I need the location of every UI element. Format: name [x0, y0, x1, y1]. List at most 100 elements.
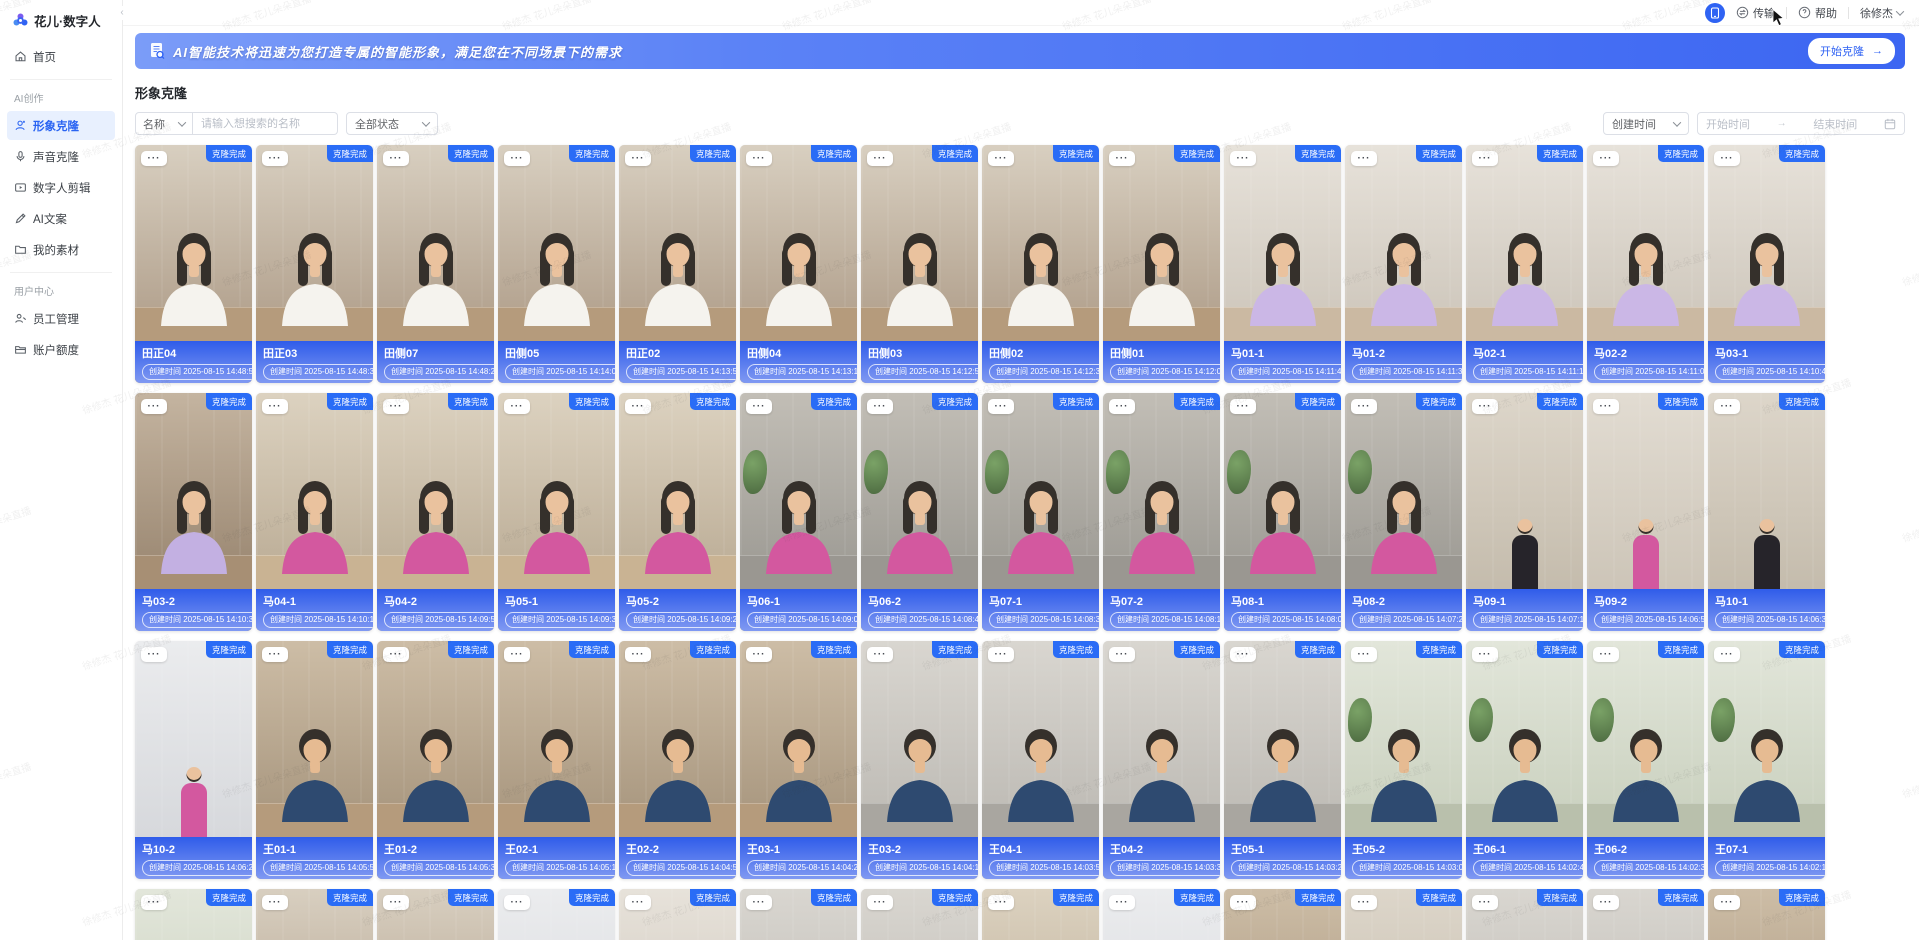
- card-menu-button[interactable]: ···: [504, 647, 530, 662]
- avatar-card[interactable]: ··· 克隆完成: [1708, 889, 1825, 940]
- card-menu-button[interactable]: ···: [988, 895, 1014, 910]
- avatar-card[interactable]: ··· 克隆完成 王04-2 创建时间 2025-08-15 14:03:39: [1103, 641, 1220, 879]
- avatar-card[interactable]: ··· 克隆完成 马02-2 创建时间 2025-08-15 14:11:02: [1587, 145, 1704, 383]
- avatar-card[interactable]: ··· 克隆完成 马06-2 创建时间 2025-08-15 14:08:48: [861, 393, 978, 631]
- card-menu-button[interactable]: ···: [141, 647, 167, 662]
- card-menu-button[interactable]: ···: [746, 895, 772, 910]
- card-menu-button[interactable]: ···: [504, 399, 530, 414]
- avatar-card[interactable]: ··· 克隆完成 田侧07 创建时间 2025-08-15 14:48:23: [377, 145, 494, 383]
- avatar-card[interactable]: ··· 克隆完成 马08-2 创建时间 2025-08-15 14:07:26: [1345, 393, 1462, 631]
- sidebar-item-voice-clone[interactable]: 声音克隆: [7, 142, 115, 171]
- avatar-card[interactable]: ··· 克隆完成 马04-2 创建时间 2025-08-15 14:09:58: [377, 393, 494, 631]
- avatar-card[interactable]: ··· 克隆完成: [740, 889, 857, 940]
- avatar-card[interactable]: ··· 克隆完成: [1103, 889, 1220, 940]
- sidebar-collapse-toggle[interactable]: ‹: [116, 6, 128, 20]
- avatar-card[interactable]: ··· 克隆完成 王01-1 创建时间 2025-08-15 14:05:50: [256, 641, 373, 879]
- card-menu-button[interactable]: ···: [262, 647, 288, 662]
- start-clone-button[interactable]: 开始克隆 →: [1808, 38, 1895, 64]
- card-menu-button[interactable]: ···: [1109, 647, 1135, 662]
- avatar-card[interactable]: ··· 克隆完成: [861, 889, 978, 940]
- avatar-card[interactable]: ··· 克隆完成 王03-1 创建时间 2025-08-15 14:04:28: [740, 641, 857, 879]
- avatar-card[interactable]: ··· 克隆完成 马06-1 创建时间 2025-08-15 14:09:04: [740, 393, 857, 631]
- card-menu-button[interactable]: ···: [1593, 895, 1619, 910]
- card-menu-button[interactable]: ···: [1351, 647, 1377, 662]
- card-menu-button[interactable]: ···: [867, 895, 893, 910]
- card-menu-button[interactable]: ···: [1714, 647, 1740, 662]
- card-menu-button[interactable]: ···: [504, 895, 530, 910]
- avatar-card[interactable]: ··· 克隆完成: [1587, 889, 1704, 940]
- card-menu-button[interactable]: ···: [625, 647, 651, 662]
- avatar-card[interactable]: ··· 克隆完成 王03-2 创建时间 2025-08-15 14:04:13: [861, 641, 978, 879]
- avatar-card[interactable]: ··· 克隆完成 王02-1 创建时间 2025-08-15 14:05:13: [498, 641, 615, 879]
- avatar-card[interactable]: ··· 克隆完成 田侧04 创建时间 2025-08-15 14:13:18: [740, 145, 857, 383]
- card-menu-button[interactable]: ···: [1593, 399, 1619, 414]
- card-menu-button[interactable]: ···: [141, 151, 167, 166]
- avatar-card[interactable]: ··· 克隆完成 马01-2 创建时间 2025-08-15 14:11:32: [1345, 145, 1462, 383]
- card-menu-button[interactable]: ···: [262, 399, 288, 414]
- sidebar-item-ai-copywriting[interactable]: AI文案: [7, 204, 115, 233]
- card-menu-button[interactable]: ···: [1472, 895, 1498, 910]
- time-field-select[interactable]: 创建时间: [1603, 112, 1689, 135]
- user-menu[interactable]: 徐修杰: [1860, 5, 1903, 21]
- avatar-card[interactable]: ··· 克隆完成 田侧01 创建时间 2025-08-15 14:12:06: [1103, 145, 1220, 383]
- card-menu-button[interactable]: ···: [746, 399, 772, 414]
- avatar-card[interactable]: ··· 克隆完成: [256, 889, 373, 940]
- card-menu-button[interactable]: ···: [383, 151, 409, 166]
- card-menu-button[interactable]: ···: [1472, 399, 1498, 414]
- avatar-card[interactable]: ··· 克隆完成 王05-1 创建时间 2025-08-15 14:03:22: [1224, 641, 1341, 879]
- card-menu-button[interactable]: ···: [867, 151, 893, 166]
- card-menu-button[interactable]: ···: [1230, 399, 1256, 414]
- avatar-card[interactable]: ··· 克隆完成 王06-2 创建时间 2025-08-15 14:02:32: [1587, 641, 1704, 879]
- mobile-app-button[interactable]: [1705, 3, 1725, 23]
- card-menu-button[interactable]: ···: [1593, 151, 1619, 166]
- card-menu-button[interactable]: ···: [1714, 151, 1740, 166]
- card-menu-button[interactable]: ···: [1351, 895, 1377, 910]
- card-menu-button[interactable]: ···: [1714, 895, 1740, 910]
- avatar-card[interactable]: ··· 克隆完成 田侧03 创建时间 2025-08-15 14:12:57: [861, 145, 978, 383]
- date-range-picker[interactable]: 开始时间 → 结束时间: [1697, 112, 1905, 135]
- help-button[interactable]: 帮助: [1798, 5, 1837, 21]
- avatar-card[interactable]: ··· 克隆完成 王01-2 创建时间 2025-08-15 14:05:34: [377, 641, 494, 879]
- avatar-card[interactable]: ··· 克隆完成 马09-2 创建时间 2025-08-15 14:06:54: [1587, 393, 1704, 631]
- sidebar-item-employee-management[interactable]: 员工管理: [7, 304, 115, 333]
- avatar-card[interactable]: ··· 克隆完成 马08-1 创建时间 2025-08-15 14:08:02: [1224, 393, 1341, 631]
- avatar-card[interactable]: ··· 克隆完成 田侧02 创建时间 2025-08-15 14:12:37: [982, 145, 1099, 383]
- card-menu-button[interactable]: ···: [262, 895, 288, 910]
- search-input[interactable]: [193, 112, 338, 135]
- avatar-card[interactable]: ··· 克隆完成 田正02 创建时间 2025-08-15 14:13:50: [619, 145, 736, 383]
- card-menu-button[interactable]: ···: [988, 399, 1014, 414]
- card-menu-button[interactable]: ···: [141, 895, 167, 910]
- avatar-card[interactable]: ··· 克隆完成 马05-2 创建时间 2025-08-15 14:09:20: [619, 393, 736, 631]
- avatar-card[interactable]: ··· 克隆完成 田正04 创建时间 2025-08-15 14:48:54: [135, 145, 252, 383]
- status-select[interactable]: 全部状态: [346, 112, 438, 135]
- avatar-card[interactable]: ··· 克隆完成: [135, 889, 252, 940]
- sidebar-item-account-quota[interactable]: 账户额度: [7, 335, 115, 364]
- avatar-card[interactable]: ··· 克隆完成 马04-1 创建时间 2025-08-15 14:10:16: [256, 393, 373, 631]
- avatar-card[interactable]: ··· 克隆完成 马10-2 创建时间 2025-08-15 14:06:20: [135, 641, 252, 879]
- avatar-card[interactable]: ··· 克隆完成: [498, 889, 615, 940]
- card-menu-button[interactable]: ···: [1109, 895, 1135, 910]
- avatar-card[interactable]: ··· 克隆完成 田侧05 创建时间 2025-08-15 14:14:09: [498, 145, 615, 383]
- avatar-card[interactable]: ··· 克隆完成: [619, 889, 736, 940]
- avatar-card[interactable]: ··· 克隆完成 王04-1 创建时间 2025-08-15 14:03:58: [982, 641, 1099, 879]
- avatar-card[interactable]: ··· 克隆完成 马03-1 创建时间 2025-08-15 14:10:47: [1708, 145, 1825, 383]
- sidebar-item-home[interactable]: 首页: [7, 42, 115, 71]
- avatar-card[interactable]: ··· 克隆完成 马10-1 创建时间 2025-08-15 14:06:39: [1708, 393, 1825, 631]
- card-menu-button[interactable]: ···: [1230, 151, 1256, 166]
- avatar-card[interactable]: ··· 克隆完成: [1345, 889, 1462, 940]
- card-menu-button[interactable]: ···: [625, 399, 651, 414]
- avatar-card[interactable]: ··· 克隆完成 马01-1 创建时间 2025-08-15 14:11:45: [1224, 145, 1341, 383]
- avatar-card[interactable]: ··· 克隆完成 马02-1 创建时间 2025-08-15 14:11:16: [1466, 145, 1583, 383]
- card-menu-button[interactable]: ···: [625, 151, 651, 166]
- sidebar-item-digital-human-edit[interactable]: 数字人剪辑: [7, 173, 115, 202]
- avatar-card[interactable]: ··· 克隆完成: [377, 889, 494, 940]
- avatar-card[interactable]: ··· 克隆完成 王06-1 创建时间 2025-08-15 14:02:46: [1466, 641, 1583, 879]
- avatar-card[interactable]: ··· 克隆完成 王07-1 创建时间 2025-08-15 14:02:18: [1708, 641, 1825, 879]
- avatar-card[interactable]: ··· 克隆完成 马07-1 创建时间 2025-08-15 14:08:31: [982, 393, 1099, 631]
- card-menu-button[interactable]: ···: [1593, 647, 1619, 662]
- card-menu-button[interactable]: ···: [141, 399, 167, 414]
- card-menu-button[interactable]: ···: [1109, 151, 1135, 166]
- card-menu-button[interactable]: ···: [504, 151, 530, 166]
- transfer-button[interactable]: 传输: [1736, 5, 1775, 21]
- card-menu-button[interactable]: ···: [746, 151, 772, 166]
